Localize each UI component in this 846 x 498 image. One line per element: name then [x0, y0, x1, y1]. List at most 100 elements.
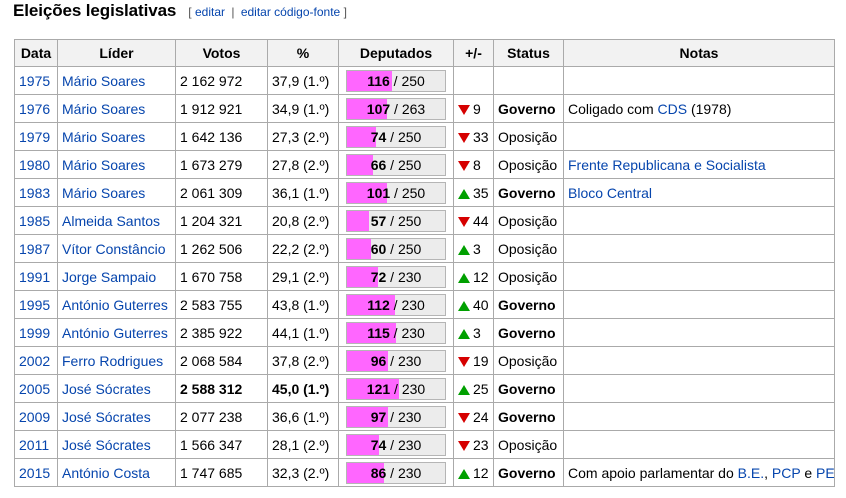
edit-source-link[interactable]: editar código-fonte	[241, 5, 340, 19]
seats-value: 60	[370, 240, 387, 257]
note-link[interactable]: PEV	[816, 465, 833, 481]
col-header-notas[interactable]: Notas	[563, 39, 835, 67]
notes-cell	[563, 206, 835, 235]
year-link[interactable]: 1980	[19, 157, 50, 173]
seats-total: 230	[397, 436, 422, 453]
percent-cell: 44,1 (1.º)	[267, 318, 339, 347]
col-header-change[interactable]: +/-	[453, 39, 494, 67]
seats-label: 86 / 230	[370, 464, 422, 481]
year-link[interactable]: 2005	[19, 381, 50, 397]
table-row: 1999 António Guterres 2 385 922 44,1 (1.º) 1…	[14, 318, 835, 347]
leader-link[interactable]: Mário Soares	[62, 157, 145, 173]
leader-cell: José Sócrates	[57, 430, 176, 459]
leader-link[interactable]: António Guterres	[62, 325, 168, 341]
year-link[interactable]: 1985	[19, 213, 50, 229]
percent-cell: 36,6 (1.º)	[267, 402, 339, 431]
edit-links: [ editar | editar código-fonte ]	[188, 5, 347, 19]
col-header-lider[interactable]: Líder	[57, 39, 176, 67]
percent-cell: 27,3 (2.º)	[267, 122, 339, 151]
leader-link[interactable]: Mário Soares	[62, 185, 145, 201]
leader-cell: António Guterres	[57, 290, 176, 319]
year-link[interactable]: 1991	[19, 269, 50, 285]
year-link[interactable]: 1995	[19, 297, 50, 313]
section-heading: Eleições legislativas [ editar | editar …	[13, 1, 347, 27]
status-cell: Governo	[493, 318, 564, 347]
votes-cell: 2 068 584	[175, 346, 268, 375]
col-header-deputados[interactable]: Deputados	[338, 39, 454, 67]
decrease-arrow-icon	[458, 356, 470, 367]
votes-cell: 1 747 685	[175, 458, 268, 487]
votes-cell: 1 673 279	[175, 150, 268, 179]
header-row: Data Líder Votos % Deputados +/- Status …	[14, 39, 835, 67]
leader-link[interactable]: José Sócrates	[62, 381, 151, 397]
year-link[interactable]: 2015	[19, 465, 50, 481]
change-cell: 3	[453, 234, 494, 263]
seats-label: 121 / 230	[366, 380, 426, 397]
col-header-status[interactable]: Status	[493, 39, 564, 67]
leader-link[interactable]: Jorge Sampaio	[62, 269, 156, 285]
year-link[interactable]: 1987	[19, 241, 50, 257]
leader-link[interactable]: António Guterres	[62, 297, 168, 313]
change-value: 3	[473, 324, 481, 341]
seats-label: 101 / 250	[366, 184, 426, 201]
year-cell: 2009	[14, 402, 58, 431]
seats-label: 74 / 250	[370, 128, 422, 145]
change-cell: 9	[453, 94, 494, 123]
leader-link[interactable]: José Sócrates	[62, 437, 151, 453]
leader-link[interactable]: Ferro Rodrigues	[62, 353, 163, 369]
note-text: (1978)	[687, 100, 732, 117]
leader-link[interactable]: Mário Soares	[62, 73, 145, 89]
change-cell: 3	[453, 318, 494, 347]
seats-value: 66	[370, 156, 387, 173]
leader-link[interactable]: Vítor Constâncio	[62, 241, 166, 257]
change-cell: 8	[453, 150, 494, 179]
seats-cell: 101 / 250	[338, 178, 454, 207]
change-value: 35	[473, 184, 489, 201]
note-link[interactable]: B.E.	[738, 465, 764, 481]
year-link[interactable]: 2002	[19, 353, 50, 369]
seats-label: 74 / 230	[370, 436, 422, 453]
seats-value: 112	[367, 296, 390, 313]
year-link[interactable]: 1999	[19, 325, 50, 341]
leader-link[interactable]: José Sócrates	[62, 409, 151, 425]
col-header-percent[interactable]: %	[267, 39, 339, 67]
seats-bar: 97 / 230	[346, 405, 446, 428]
seats-cell: 115 / 230	[338, 318, 454, 347]
change-value: 9	[473, 100, 481, 117]
year-link[interactable]: 1975	[19, 73, 50, 89]
seats-value: 116	[367, 72, 390, 89]
election-results-table: Data Líder Votos % Deputados +/- Status …	[14, 39, 835, 487]
leader-link[interactable]: António Costa	[62, 465, 150, 481]
year-link[interactable]: 2011	[19, 437, 49, 453]
leader-cell: Mário Soares	[57, 178, 176, 207]
close-bracket: ]	[343, 5, 347, 19]
decrease-arrow-icon	[458, 160, 470, 171]
col-header-data[interactable]: Data	[14, 39, 58, 67]
year-link[interactable]: 1979	[19, 129, 50, 145]
year-link[interactable]: 1976	[19, 101, 50, 117]
change-cell: 12	[453, 458, 494, 487]
leader-link[interactable]: Almeida Santos	[62, 213, 160, 229]
seats-label: 97 / 230	[370, 408, 422, 425]
increase-arrow-icon	[458, 188, 470, 199]
votes-cell: 1 262 506	[175, 234, 268, 263]
leader-link[interactable]: Mário Soares	[62, 101, 145, 117]
seats-cell: 74 / 250	[338, 122, 454, 151]
seats-label: 57 / 250	[370, 212, 422, 229]
seats-bar: 116 / 250	[346, 69, 446, 92]
status-cell: Oposição	[493, 150, 564, 179]
note-link[interactable]: Bloco Central	[568, 185, 652, 201]
note-link[interactable]: CDS	[658, 101, 688, 117]
col-header-votos[interactable]: Votos	[175, 39, 268, 67]
leader-link[interactable]: Mário Soares	[62, 129, 145, 145]
status-cell: Governo	[493, 458, 564, 487]
note-link[interactable]: Frente Republicana e Socialista	[568, 157, 766, 173]
seats-value: 74	[370, 128, 387, 145]
seats-label: 115 / 230	[367, 324, 425, 341]
edit-link[interactable]: editar	[195, 5, 225, 19]
year-link[interactable]: 2009	[19, 409, 50, 425]
note-link[interactable]: PCP	[772, 465, 801, 481]
year-link[interactable]: 1983	[19, 185, 50, 201]
change-cell: 40	[453, 290, 494, 319]
notes-cell: Com apoio parlamentar do B.E., PCP e PEV	[563, 458, 835, 487]
